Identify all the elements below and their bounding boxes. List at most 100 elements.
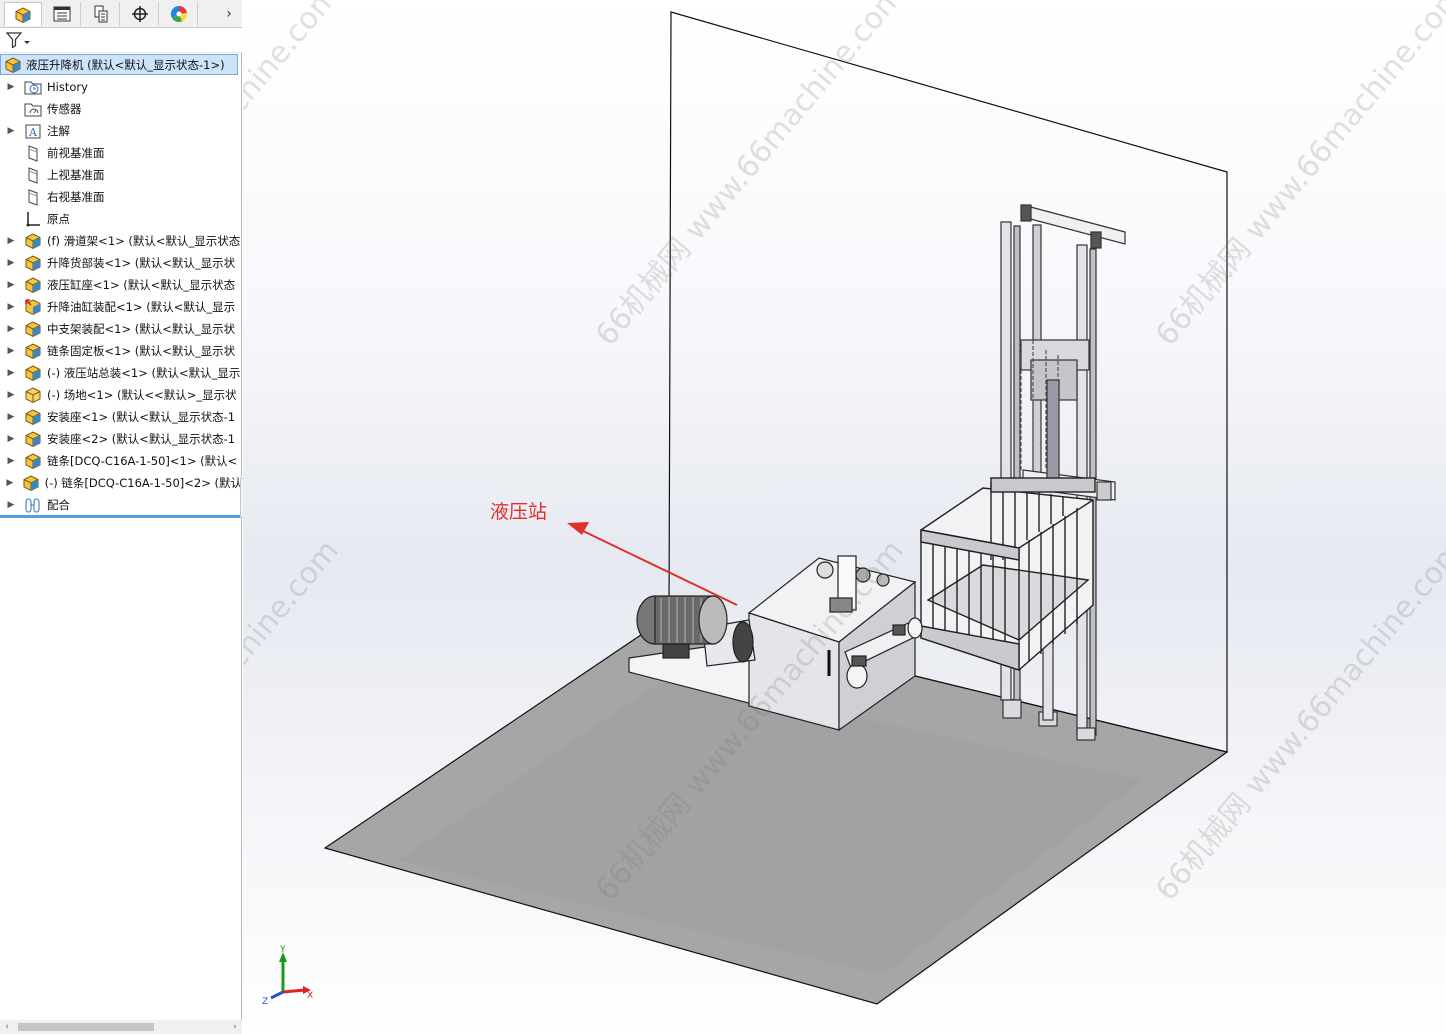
scrollbar-thumb[interactable] bbox=[18, 1023, 154, 1031]
expand-arrow-icon[interactable]: ▶ bbox=[6, 236, 16, 246]
hydraulic-station-callout-label: 液压站 bbox=[490, 501, 548, 523]
configuration-icon bbox=[94, 5, 107, 23]
tree-item-label: 前视基准面 bbox=[47, 146, 105, 160]
tree-item-label: 中支架装配<1> (默认<默认_显示状 bbox=[47, 322, 236, 336]
assembly-icon bbox=[22, 474, 40, 492]
tree-item-label: 右视基准面 bbox=[47, 190, 105, 204]
tree-item-label: (-) 链条[DCQ-C16A-1-50]<2> (默认 bbox=[44, 476, 242, 490]
tree-filter-bar bbox=[0, 28, 242, 53]
callout-arrow bbox=[567, 522, 738, 606]
tree-item[interactable]: ▶传感器 bbox=[0, 98, 242, 120]
part-cube-icon bbox=[15, 6, 31, 23]
history-folder-icon bbox=[24, 78, 42, 96]
tree-item-label: (-) 液压站总装<1> (默认<默认_显示 bbox=[47, 366, 241, 380]
feature-tree: 液压升降机 (默认<默认_显示状态-1>) ▶History▶传感器▶A注解▶前… bbox=[0, 52, 242, 520]
plane-icon bbox=[24, 144, 42, 162]
panel-horizontal-scrollbar[interactable]: ‹ › bbox=[0, 1020, 242, 1034]
tree-root-assembly[interactable]: 液压升降机 (默认<默认_显示状态-1>) bbox=[0, 54, 238, 75]
lift-cage[interactable] bbox=[920, 477, 1096, 671]
manager-tab-bar: › bbox=[0, 0, 242, 28]
crosshair-icon bbox=[131, 6, 148, 22]
expand-arrow-icon[interactable]: ▶ bbox=[6, 456, 16, 466]
tree-item-label: 传感器 bbox=[47, 102, 82, 116]
tree-item[interactable]: ▶ 液压缸座<1> (默认<默认_显示状态 bbox=[0, 274, 242, 296]
assembly-icon bbox=[4, 56, 22, 74]
tree-item[interactable]: ▶右视基准面 bbox=[0, 186, 242, 208]
tree-item-label: 升降油缸装配<1> (默认<默认_显示 bbox=[47, 300, 236, 314]
tree-item[interactable]: ▶ A 注解 bbox=[0, 120, 242, 142]
tree-item[interactable]: ▶ 升降油缸装配<1> (默认<默认_显示 bbox=[0, 296, 242, 318]
color-wheel-icon bbox=[170, 5, 187, 23]
origin-icon bbox=[24, 210, 42, 228]
mates-icon bbox=[24, 496, 42, 514]
expand-arrow-icon[interactable]: ▶ bbox=[6, 368, 16, 378]
scroll-right-icon[interactable]: › bbox=[228, 1020, 242, 1034]
tree-item[interactable]: ▶ 安装座<2> (默认<默认_显示状态-1 bbox=[0, 428, 242, 450]
tree-item[interactable]: ▶ (-) 场地<1> (默认<<默认>_显示状 bbox=[0, 384, 242, 406]
tree-item[interactable]: ▶ (-) 液压站总装<1> (默认<默认_显示 bbox=[0, 362, 242, 384]
triad-y-label: Y bbox=[279, 945, 286, 955]
expand-arrow-icon[interactable]: ▶ bbox=[6, 412, 16, 422]
assembly-icon bbox=[24, 232, 42, 250]
tree-item[interactable]: ▶原点 bbox=[0, 208, 242, 230]
expand-arrow-icon[interactable]: ▶ bbox=[6, 82, 16, 92]
tree-root-label: 液压升降机 (默认<默认_显示状态-1>) bbox=[26, 57, 225, 72]
tree-item[interactable]: ▶ 中支架装配<1> (默认<默认_显示状 bbox=[0, 318, 242, 340]
model-scene[interactable]: Y X Z bbox=[243, 0, 1446, 1034]
triad-x-label: X bbox=[307, 991, 313, 1001]
expand-arrow-icon[interactable]: ▶ bbox=[6, 126, 16, 136]
graphics-area[interactable]: Y X Z 液压站 66机械网 www.66machine.com 66机械网 … bbox=[243, 0, 1446, 1034]
filter-icon[interactable] bbox=[6, 32, 32, 48]
tree-item[interactable]: ▶ 配合 bbox=[0, 494, 242, 516]
scroll-left-icon[interactable]: ‹ bbox=[0, 1020, 14, 1034]
expand-arrow-icon[interactable]: ▶ bbox=[6, 324, 16, 334]
feature-manager-tab[interactable] bbox=[4, 2, 42, 26]
tree-item[interactable]: ▶ History bbox=[0, 76, 242, 98]
assembly-linked-icon bbox=[24, 298, 42, 316]
expand-arrow-icon[interactable]: ▶ bbox=[6, 280, 16, 290]
svg-text:A: A bbox=[28, 126, 38, 139]
assembly-icon bbox=[24, 452, 42, 470]
tree-end-rollback-bar[interactable] bbox=[0, 515, 242, 518]
property-list-icon bbox=[53, 6, 70, 22]
assembly-icon bbox=[24, 364, 42, 382]
sensor-folder-icon bbox=[24, 100, 42, 118]
plane-icon bbox=[24, 166, 42, 184]
view-orientation-triad[interactable]: Y X Z bbox=[262, 945, 313, 1007]
display-manager-tab[interactable] bbox=[160, 2, 198, 26]
tree-item[interactable]: ▶ 安装座<1> (默认<默认_显示状态-1 bbox=[0, 406, 242, 428]
tree-item-label: 原点 bbox=[47, 212, 70, 226]
tree-item-label: 链条[DCQ-C16A-1-50]<1> (默认< bbox=[47, 454, 238, 468]
expand-arrow-icon[interactable]: ▶ bbox=[6, 302, 16, 312]
tree-item[interactable]: ▶ 升降货部装<1> (默认<默认_显示状 bbox=[0, 252, 242, 274]
tree-item[interactable]: ▶前视基准面 bbox=[0, 142, 242, 164]
assembly-icon bbox=[24, 430, 42, 448]
tree-item-label: 上视基准面 bbox=[47, 168, 105, 182]
expand-arrow-icon[interactable]: ▶ bbox=[6, 390, 16, 400]
tree-item[interactable]: ▶ 链条[DCQ-C16A-1-50]<1> (默认< bbox=[0, 450, 242, 472]
tree-item-label: 链条固定板<1> (默认<默认_显示状 bbox=[47, 344, 236, 358]
tree-item[interactable]: ▶ (-) 链条[DCQ-C16A-1-50]<2> (默认 bbox=[0, 472, 242, 494]
tree-item[interactable]: ▶ (f) 滑道架<1> (默认<默认_显示状态 bbox=[0, 230, 242, 252]
dimxpert-tab[interactable] bbox=[121, 2, 159, 26]
tree-item[interactable]: ▶ 链条固定板<1> (默认<默认_显示状 bbox=[0, 340, 242, 362]
expand-arrow-icon[interactable]: ▶ bbox=[6, 478, 14, 488]
tree-item-label: (-) 场地<1> (默认<<默认>_显示状 bbox=[47, 388, 237, 402]
tree-item-label: 安装座<1> (默认<默认_显示状态-1 bbox=[47, 410, 236, 424]
tree-item-label: (f) 滑道架<1> (默认<默认_显示状态 bbox=[47, 234, 241, 248]
configuration-manager-tab[interactable] bbox=[82, 2, 120, 26]
assembly-icon bbox=[24, 254, 42, 272]
assembly-icon bbox=[24, 342, 42, 360]
assembly-icon bbox=[24, 276, 42, 294]
expand-arrow-icon[interactable]: ▶ bbox=[6, 346, 16, 356]
tree-item-label: 注解 bbox=[47, 124, 70, 138]
assembly-icon bbox=[24, 408, 42, 426]
tree-item[interactable]: ▶上视基准面 bbox=[0, 164, 242, 186]
property-manager-tab[interactable] bbox=[43, 2, 81, 26]
tab-scroll-right-arrow[interactable]: › bbox=[220, 4, 238, 24]
expand-arrow-icon[interactable]: ▶ bbox=[6, 434, 16, 444]
tree-item-label: 安装座<2> (默认<默认_显示状态-1 bbox=[47, 432, 236, 446]
feature-manager-panel: › 液压升降机 (默认<默认_显示状态-1>) ▶History▶传感器▶A注解… bbox=[0, 0, 249, 1034]
expand-arrow-icon[interactable]: ▶ bbox=[6, 258, 16, 268]
expand-arrow-icon[interactable]: ▶ bbox=[6, 500, 16, 510]
